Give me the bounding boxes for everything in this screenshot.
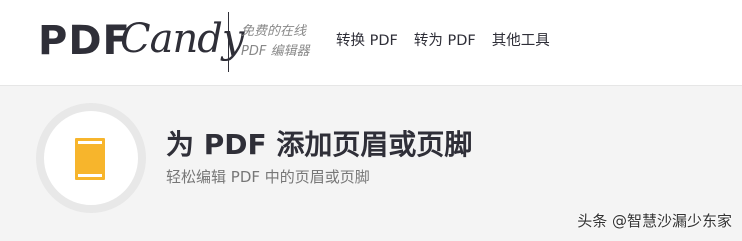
logo-candy-text: Candy bbox=[120, 16, 244, 62]
nav-other-tools[interactable]: 其他工具 bbox=[492, 30, 550, 52]
document-icon bbox=[75, 138, 105, 180]
logo-divider bbox=[228, 12, 229, 72]
page-title: 为 PDF 添加页眉或页脚 bbox=[166, 128, 473, 161]
nav-to-pdf[interactable]: 转为 PDF bbox=[414, 30, 476, 52]
tagline: 免费的在线 PDF 编辑器 bbox=[241, 22, 309, 62]
tagline-line-2: PDF 编辑器 bbox=[241, 44, 310, 59]
logo-pdf-text: PDF bbox=[38, 18, 131, 64]
tagline-line-1: 免费的在线 bbox=[241, 24, 307, 39]
watermark-text: 头条 @智慧沙漏少东家 bbox=[577, 212, 732, 230]
main-nav: 转换 PDF 转为 PDF 其他工具 bbox=[336, 30, 550, 52]
page-subtitle: 轻松编辑 PDF 中的页眉或页脚 bbox=[166, 168, 370, 186]
top-header: PDF Candy 免费的在线 PDF 编辑器 转换 PDF 转为 PDF 其他… bbox=[0, 0, 742, 86]
nav-convert-pdf[interactable]: 转换 PDF bbox=[336, 30, 398, 52]
